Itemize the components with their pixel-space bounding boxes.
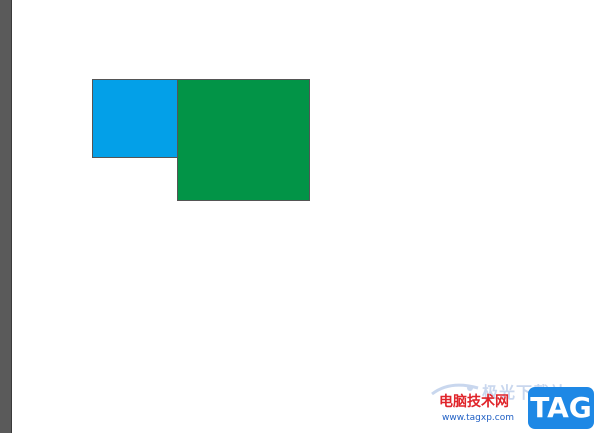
watermark-cn-text: 电脑技术网 xyxy=(439,394,509,410)
blue-rectangle-shape[interactable] xyxy=(92,79,180,158)
tag-badge: TAG xyxy=(528,387,594,429)
drawing-canvas[interactable]: 极光下载站 电脑技术网 www.tagxp.com TAG xyxy=(0,0,598,433)
watermark: 极光下载站 电脑技术网 www.tagxp.com TAG xyxy=(422,376,598,433)
left-panel-divider xyxy=(11,0,12,433)
left-panel-edge xyxy=(0,0,11,433)
green-square-shape[interactable] xyxy=(177,79,310,201)
watermark-url: www.tagxp.com xyxy=(442,413,514,423)
